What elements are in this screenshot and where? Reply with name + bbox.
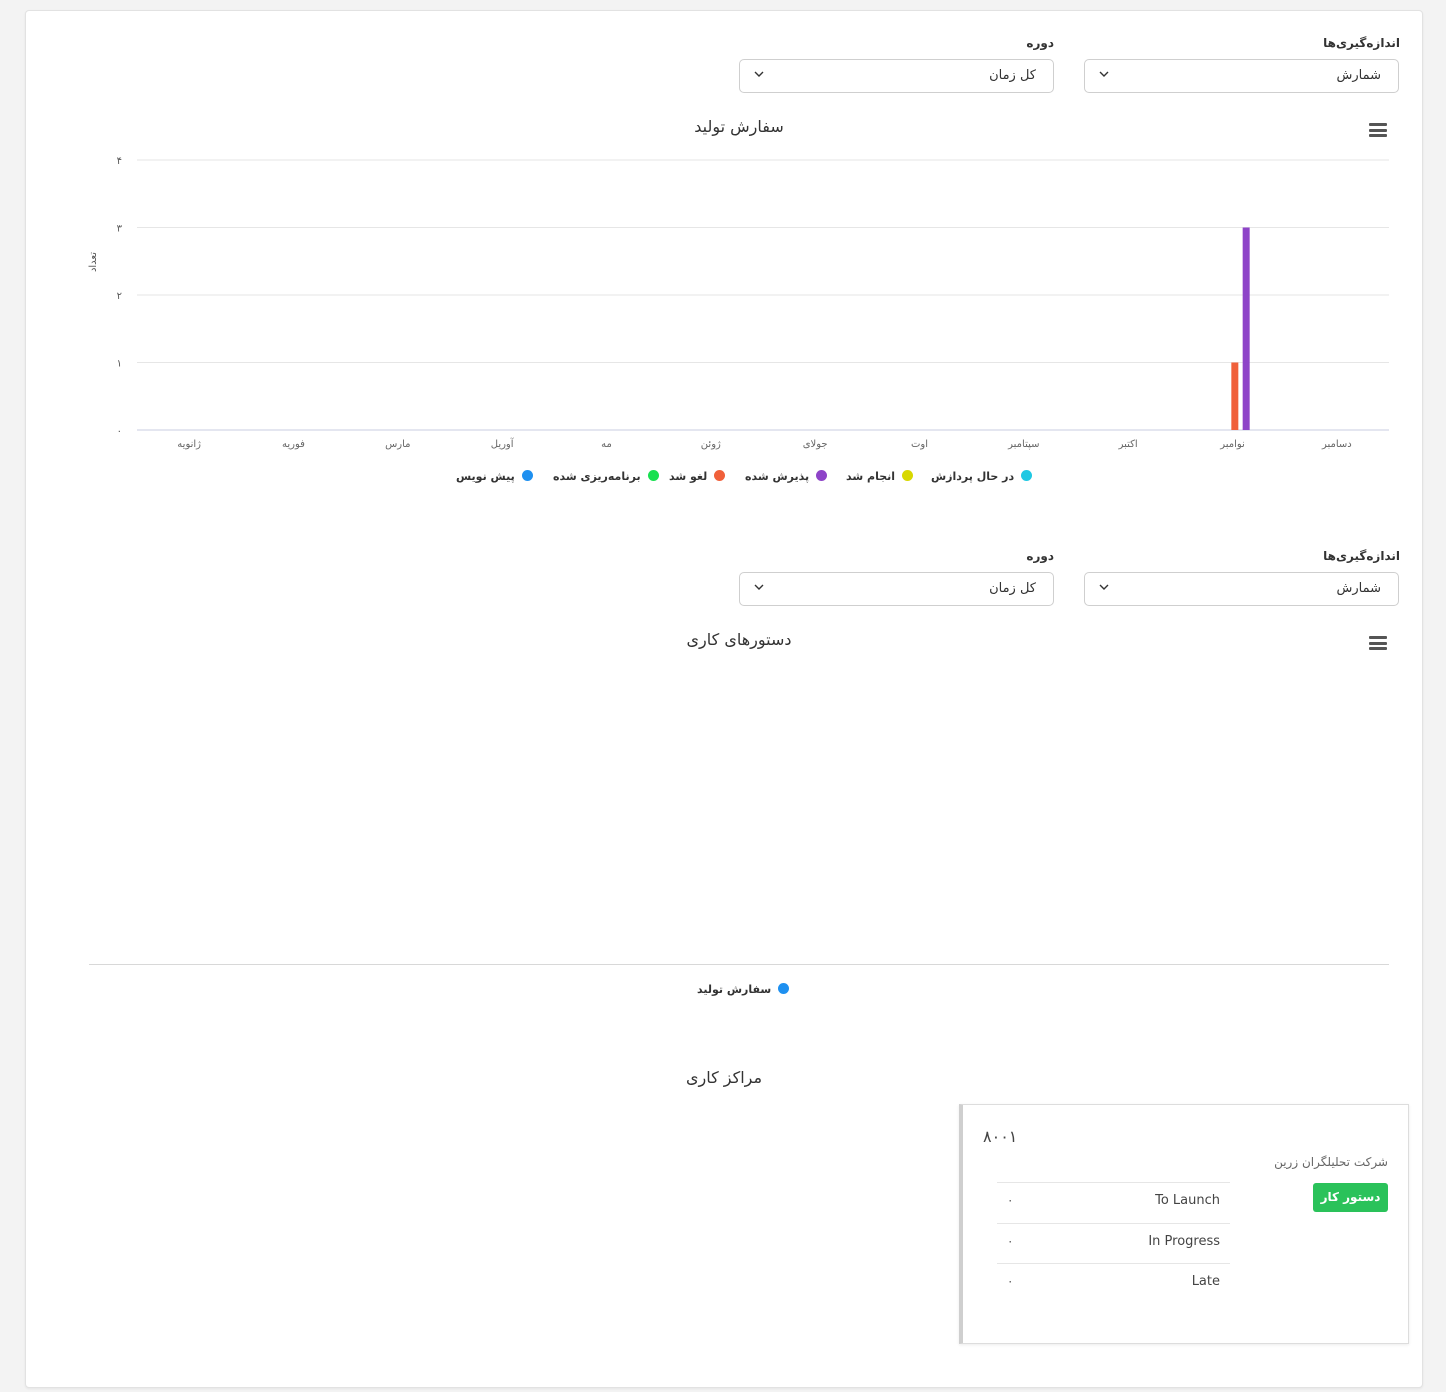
legend-item[interactable]: در حال پردازش bbox=[931, 470, 1033, 483]
y-tick-label: ۴ bbox=[117, 156, 122, 167]
period-select-value: کل زمان bbox=[989, 581, 1036, 596]
stat-value: ۰ bbox=[1007, 1234, 1014, 1248]
chart-menu-icon[interactable] bbox=[1369, 123, 1387, 137]
empty-chart-baseline bbox=[89, 964, 1389, 965]
chevron-down-icon bbox=[1099, 584, 1109, 590]
legend-label: برنامه‌ریزی شده bbox=[553, 470, 641, 483]
stat-row-in-progress[interactable]: In Progress ۰ bbox=[997, 1223, 1230, 1263]
x-tick-label: مارس bbox=[385, 439, 411, 450]
legend-label: پذیرش شده bbox=[745, 470, 810, 483]
legend-dot bbox=[521, 470, 533, 481]
legend-item[interactable]: لغو شد bbox=[669, 470, 726, 483]
y-tick-label: ۲ bbox=[117, 291, 122, 302]
x-tick-label: اوت bbox=[910, 439, 929, 450]
bar-chart: ۰ ۱ ۲ ۳ ۴ bbox=[117, 156, 1389, 437]
legend-dot bbox=[816, 470, 828, 481]
stat-row-late[interactable]: Late ۰ bbox=[997, 1263, 1230, 1303]
chart-title: سفارش تولید bbox=[694, 117, 784, 136]
legend-label: در حال پردازش bbox=[931, 470, 1015, 483]
x-tick-label: ژانویه bbox=[177, 439, 201, 450]
x-tick-label: فوریه bbox=[282, 439, 305, 450]
chevron-down-icon bbox=[754, 584, 764, 590]
work-center-card[interactable]: ۸۰۰۱ شرکت تحلیلگران زرین دستور کار To La… bbox=[959, 1104, 1409, 1344]
chevron-down-icon bbox=[1099, 71, 1109, 77]
work-order-button[interactable]: دستور کار bbox=[1313, 1183, 1388, 1212]
stat-value: ۰ bbox=[1007, 1274, 1014, 1288]
period-select-value: کل زمان bbox=[989, 68, 1036, 83]
work-centers-title: مراکز کاری bbox=[685, 1068, 763, 1087]
legend-label: لغو شد bbox=[669, 470, 708, 483]
legend-item[interactable]: پیش نویس bbox=[456, 470, 533, 483]
legend-label: سفارش تولید bbox=[697, 983, 772, 996]
stat-value: ۰ bbox=[1007, 1193, 1014, 1207]
stat-row-to-launch[interactable]: To Launch ۰ bbox=[997, 1182, 1230, 1222]
y-tick-label: ۳ bbox=[117, 224, 123, 235]
x-tick-label: ژوئن bbox=[700, 439, 721, 450]
measure-label: اندازه‌گیری‌ها bbox=[1323, 549, 1400, 563]
x-tick-label: اکتبر bbox=[1118, 439, 1138, 450]
stat-label: To Launch bbox=[1155, 1193, 1220, 1208]
measure-select-value: شمارش bbox=[1336, 68, 1381, 83]
legend-label: پیش نویس bbox=[456, 470, 515, 483]
chart-title-2: دستورهای کاری bbox=[686, 630, 792, 649]
period-select[interactable]: کل زمان bbox=[739, 59, 1054, 93]
legend-dot bbox=[1021, 470, 1033, 481]
legend-dot bbox=[778, 983, 790, 994]
period-select-2[interactable]: کل زمان bbox=[739, 572, 1054, 606]
measure-label: اندازه‌گیری‌ها bbox=[1323, 36, 1400, 50]
x-tick-label: مه bbox=[601, 439, 612, 450]
legend-label: انجام شد bbox=[846, 470, 896, 483]
legend-dot bbox=[647, 470, 659, 481]
x-tick-label: آوریل bbox=[490, 439, 514, 450]
measure-select-2[interactable]: شمارش bbox=[1084, 572, 1399, 606]
stat-label: Late bbox=[1191, 1274, 1220, 1289]
legend-dot bbox=[902, 470, 914, 481]
x-tick-label: دسامبر bbox=[1321, 439, 1352, 450]
legend-item[interactable]: برنامه‌ریزی شده bbox=[553, 470, 659, 483]
period-label: دوره bbox=[1026, 549, 1054, 563]
work-center-code: ۸۰۰۱ bbox=[983, 1127, 1018, 1146]
bar[interactable] bbox=[1231, 362, 1239, 431]
chevron-down-icon bbox=[754, 71, 764, 77]
x-tick-label: نوامبر bbox=[1220, 439, 1245, 450]
x-tick-label: جولای bbox=[802, 439, 828, 450]
y-axis-label: تعداد bbox=[88, 251, 99, 273]
period-label: دوره bbox=[1026, 36, 1054, 50]
bar[interactable] bbox=[1242, 227, 1250, 431]
stat-label: In Progress bbox=[1148, 1234, 1220, 1249]
legend-item[interactable]: انجام شد bbox=[846, 470, 914, 483]
legend-dot bbox=[714, 470, 726, 481]
work-center-company: شرکت تحلیلگران زرین bbox=[1274, 1155, 1388, 1169]
y-tick-label: ۱ bbox=[117, 359, 122, 370]
x-tick-label: سپتامبر bbox=[1008, 439, 1040, 450]
measure-select-value: شمارش bbox=[1336, 581, 1381, 596]
legend-item[interactable]: سفارش تولید bbox=[697, 983, 790, 996]
legend-item[interactable]: پذیرش شده bbox=[745, 470, 828, 483]
y-tick-label: ۰ bbox=[117, 426, 122, 437]
measure-select[interactable]: شمارش bbox=[1084, 59, 1399, 93]
chart-menu-icon[interactable] bbox=[1369, 636, 1387, 650]
